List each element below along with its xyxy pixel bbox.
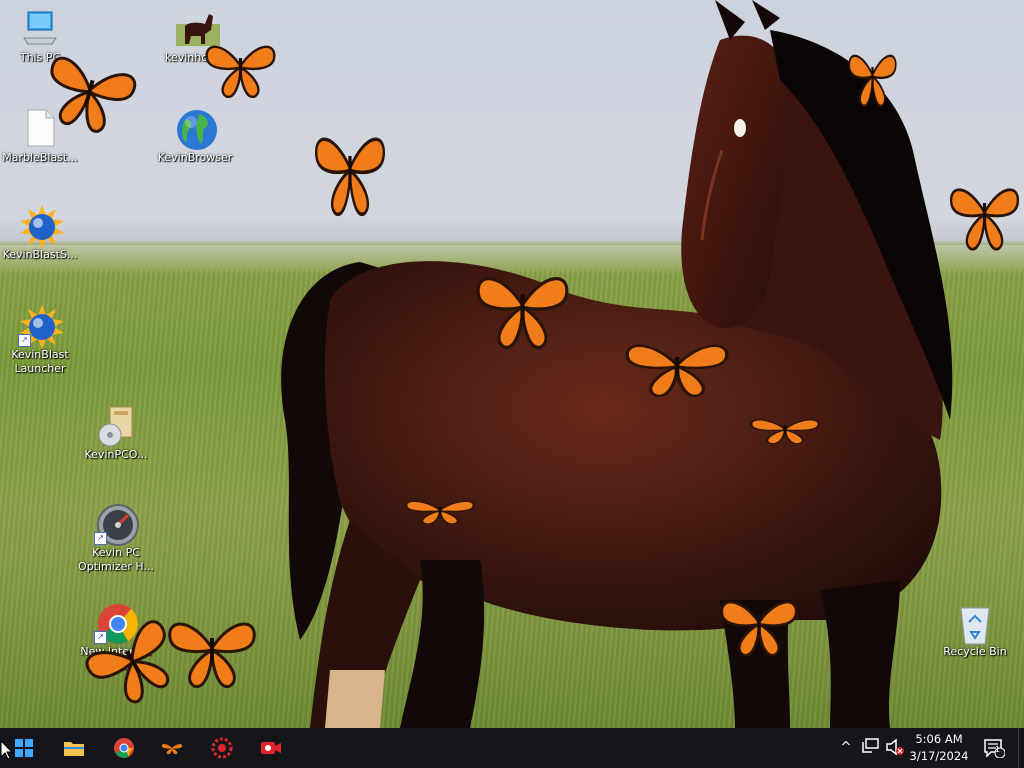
- shortcut-arrow-icon: ↗: [18, 334, 31, 347]
- desktop-icon-label: KevinBlastS...: [2, 248, 78, 261]
- taskbar: ^ 5:06 AM 3/17/2024 1: [0, 728, 1024, 768]
- desktop-icon-label: Recycle Bin: [943, 645, 1007, 658]
- chrome-icon: [114, 738, 134, 758]
- butterfly-icon: [720, 600, 798, 657]
- notification-count: 1: [995, 745, 1001, 754]
- butterfly-icon: [950, 188, 1019, 251]
- red-gear-icon: [211, 737, 233, 759]
- globe-icon: [175, 108, 217, 150]
- butterfly-icon: [405, 500, 475, 525]
- butterfly-icon: [161, 744, 183, 755]
- taskbar-red-gear-app[interactable]: [198, 728, 246, 768]
- installer-icon: [96, 405, 136, 447]
- desktop-icon-kevinblast-launcher[interactable]: ↗ KevinBlast Launcher: [0, 305, 80, 376]
- tray-chevron-up-icon[interactable]: ^: [836, 738, 856, 758]
- recycle-bin-icon: [955, 602, 995, 645]
- taskbar-butterfly-app[interactable]: [148, 728, 196, 768]
- butterfly-icon: [476, 277, 569, 350]
- speedometer-icon: ↗: [94, 503, 139, 546]
- network-icon[interactable]: [861, 738, 881, 758]
- butterfly-icon: [315, 137, 385, 217]
- desktop-icon-recycle-bin[interactable]: Recycle Bin: [935, 602, 1015, 659]
- butterfly-icon: [848, 54, 897, 108]
- sun-globe-icon: [20, 205, 64, 249]
- desktop-icon-kevin-pc-optimizer[interactable]: ↗ Kevin PC Optimizer H...: [76, 503, 156, 574]
- desktop-icon-label: KevinPCO...: [84, 448, 148, 461]
- taskbar-red-camera-app[interactable]: [247, 728, 295, 768]
- red-camera-icon: [261, 742, 281, 754]
- taskbar-chrome[interactable]: [100, 728, 148, 768]
- show-desktop-button[interactable]: [1018, 728, 1024, 768]
- sun-globe-icon: ↗: [18, 305, 64, 349]
- butterfly-icon: [85, 620, 170, 704]
- desktop-icon-label: Kevin PC Optimizer H...: [78, 546, 154, 573]
- mouse-cursor-icon: [0, 740, 14, 760]
- taskbar-file-explorer[interactable]: [50, 728, 98, 768]
- desktop-icon-label: KevinBrowser: [157, 151, 233, 164]
- butterfly-icon: [750, 419, 820, 445]
- clock-date: 3/17/2024: [909, 749, 969, 763]
- notification-icon: [984, 739, 1006, 759]
- butterfly-icon: [205, 45, 276, 99]
- clock-time: 5:06 AM: [915, 732, 963, 746]
- folder-icon: [64, 742, 84, 756]
- butterfly-icon: [50, 56, 137, 133]
- desktop-icon-label: MarbleBlast...: [2, 151, 78, 164]
- desktop-icon-kevinpco[interactable]: KevinPCO...: [76, 405, 156, 462]
- desktop-icon-label: KevinBlast Launcher: [11, 348, 69, 375]
- action-center-button[interactable]: 1: [982, 738, 1006, 759]
- taskbar-clock[interactable]: 5:06 AM 3/17/2024: [904, 731, 974, 765]
- butterfly-icon: [625, 344, 729, 398]
- desktop-icon-kevinbrowser[interactable]: KevinBrowser: [155, 108, 235, 165]
- desktop-icon-kevinblasts[interactable]: KevinBlastS...: [0, 205, 80, 262]
- volume-muted-icon[interactable]: [885, 738, 905, 758]
- shortcut-arrow-icon: ↗: [94, 532, 107, 545]
- windows-logo-icon: [15, 739, 33, 757]
